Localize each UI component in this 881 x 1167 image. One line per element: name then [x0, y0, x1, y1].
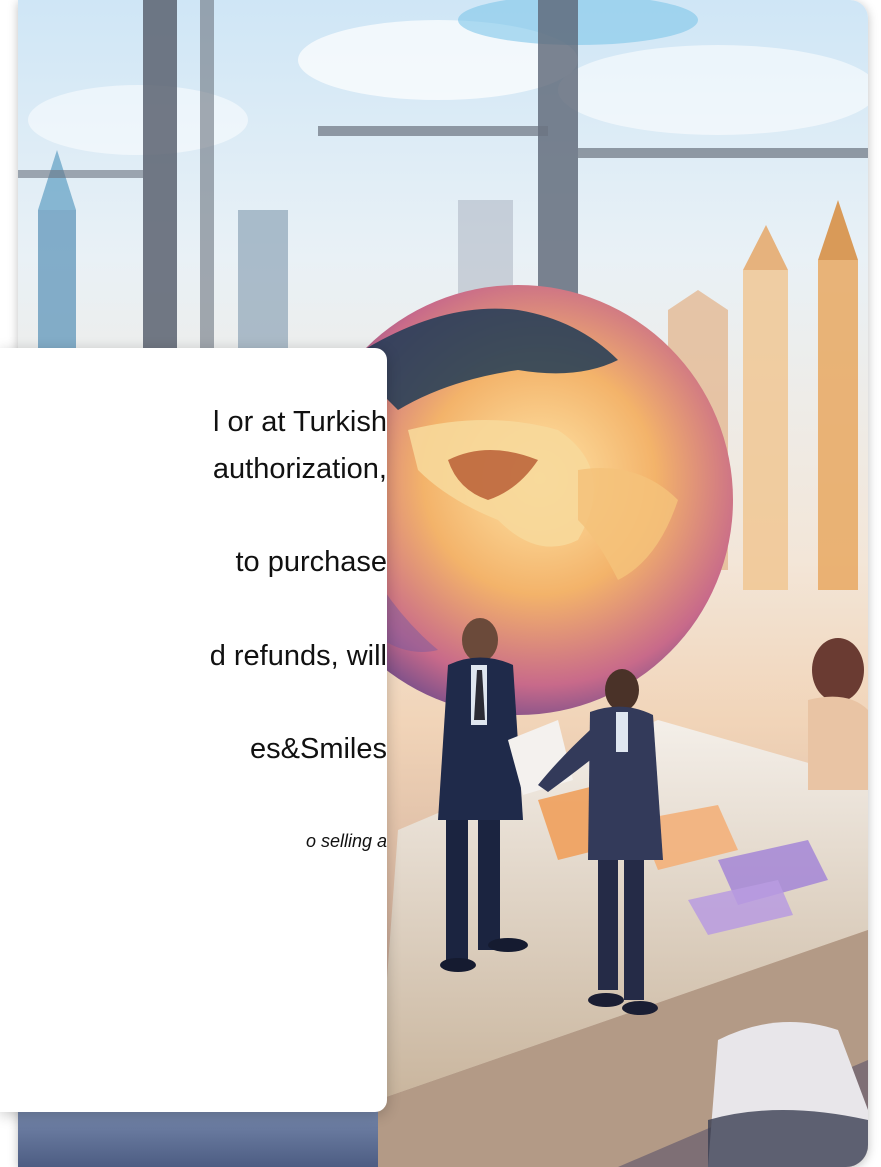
- card-line-3: to purchase: [235, 546, 387, 578]
- card-line-2: authorization,: [212, 453, 387, 485]
- text-card: l or at Turkish authorization, to purcha…: [0, 348, 387, 1112]
- seated-person: [808, 638, 868, 790]
- card-line-4: d refunds, will: [209, 640, 387, 672]
- card-note: o selling a: [305, 831, 387, 851]
- card-line-5: es&Smiles: [250, 733, 387, 765]
- card-line-1: l or at Turkish: [212, 406, 387, 438]
